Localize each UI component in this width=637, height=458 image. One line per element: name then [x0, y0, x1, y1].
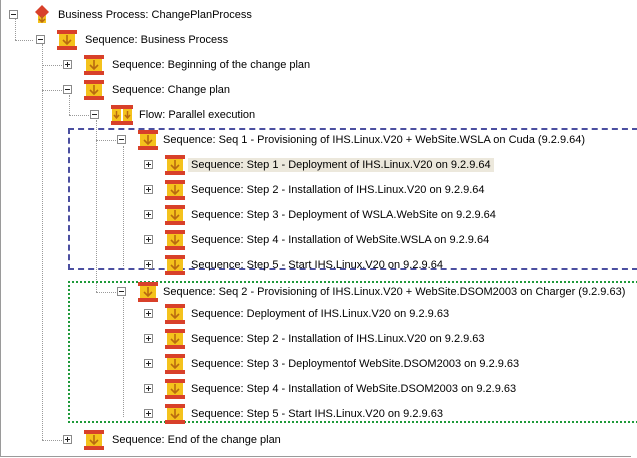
- expand-toggle[interactable]: [63, 60, 72, 69]
- tree-node-label: Sequence: Step 3 - Deploymentof WebSite.…: [191, 358, 520, 370]
- tree-node-label: Sequence: Step 5 - Start IHS.Linux.V20 o…: [191, 259, 443, 271]
- expand-toggle[interactable]: [144, 409, 153, 418]
- sequence-icon: [83, 429, 105, 451]
- tree-node-label: Sequence: Step 2 - Installation of IHS.L…: [191, 184, 485, 196]
- tree-node-label: Business Process: ChangePlanProcess: [58, 9, 252, 21]
- flow-icon: [110, 104, 133, 126]
- sequence-icon: [137, 281, 159, 303]
- sequence-icon: [83, 54, 105, 76]
- business-process-icon: [31, 4, 53, 26]
- sequence-icon: [164, 204, 186, 226]
- tree-node-label: Sequence: Step 5 - Start IHS.Linux.V20 o…: [191, 408, 443, 420]
- sequence-icon: [164, 403, 186, 425]
- tree-node-label: Sequence: Business Process: [85, 34, 229, 46]
- expand-toggle[interactable]: [144, 235, 153, 244]
- collapse-toggle[interactable]: [9, 10, 18, 19]
- expand-toggle[interactable]: [144, 210, 153, 219]
- expand-toggle[interactable]: [144, 260, 153, 269]
- collapse-toggle[interactable]: [117, 135, 126, 144]
- tree-node-label: Sequence: Beginning of the change plan: [112, 59, 311, 71]
- sequence-icon: [164, 254, 186, 276]
- tree-connector: [42, 65, 62, 66]
- sequence-icon: [137, 129, 159, 151]
- sequence-icon: [164, 179, 186, 201]
- sequence-icon: [164, 378, 186, 400]
- tree-node-label: Sequence: Seq 2 - Provisioning of IHS.Li…: [163, 286, 626, 298]
- expand-toggle[interactable]: [144, 384, 153, 393]
- tree-node-label: Sequence: Step 4 - Installation of WebSi…: [191, 383, 517, 395]
- tree-connector: [15, 40, 33, 41]
- tree-node-label: Sequence: Change plan: [112, 84, 231, 96]
- tree-node-label: Sequence: Step 1 - Deployment of IHS.Lin…: [188, 158, 494, 172]
- tree-node-label: Sequence: Step 3 - Deployment of WSLA.We…: [191, 209, 496, 221]
- expand-toggle[interactable]: [144, 309, 153, 318]
- tree-node-label: Sequence: Seq 1 - Provisioning of IHS.Li…: [163, 134, 586, 146]
- expand-toggle[interactable]: [63, 435, 72, 444]
- tree-node-label: Flow: Parallel execution: [139, 109, 256, 121]
- collapse-toggle[interactable]: [63, 85, 72, 94]
- tree-connector: [69, 95, 70, 115]
- sequence-icon: [164, 303, 186, 325]
- sequence-icon: [164, 353, 186, 375]
- collapse-toggle[interactable]: [36, 35, 45, 44]
- collapse-toggle[interactable]: [90, 110, 99, 119]
- tree-node-label: Sequence: Step 2 - Installation of IHS.L…: [191, 333, 485, 345]
- sequence-icon: [164, 229, 186, 251]
- expand-toggle[interactable]: [144, 185, 153, 194]
- tree-node-label: Sequence: Step 4 - Installation of WebSi…: [191, 234, 490, 246]
- tree-node-label: Sequence: End of the change plan: [112, 434, 281, 446]
- expand-toggle[interactable]: [144, 160, 153, 169]
- sequence-icon: [83, 79, 105, 101]
- tree-connector: [42, 440, 62, 441]
- expand-toggle[interactable]: [144, 334, 153, 343]
- tree-connector: [42, 44, 43, 440]
- sequence-icon: [164, 328, 186, 350]
- tree-connector: [15, 18, 16, 40]
- tree-node-label: Sequence: Deployment of IHS.Linux.V20 on…: [191, 308, 450, 320]
- tree-panel: Business Process: ChangePlanProcess Sequ…: [0, 0, 637, 457]
- sequence-icon: [56, 29, 78, 51]
- tree-connector: [69, 115, 89, 116]
- collapse-toggle[interactable]: [117, 287, 126, 296]
- expand-toggle[interactable]: [144, 359, 153, 368]
- sequence-icon: [164, 154, 186, 176]
- tree-connector: [42, 90, 62, 91]
